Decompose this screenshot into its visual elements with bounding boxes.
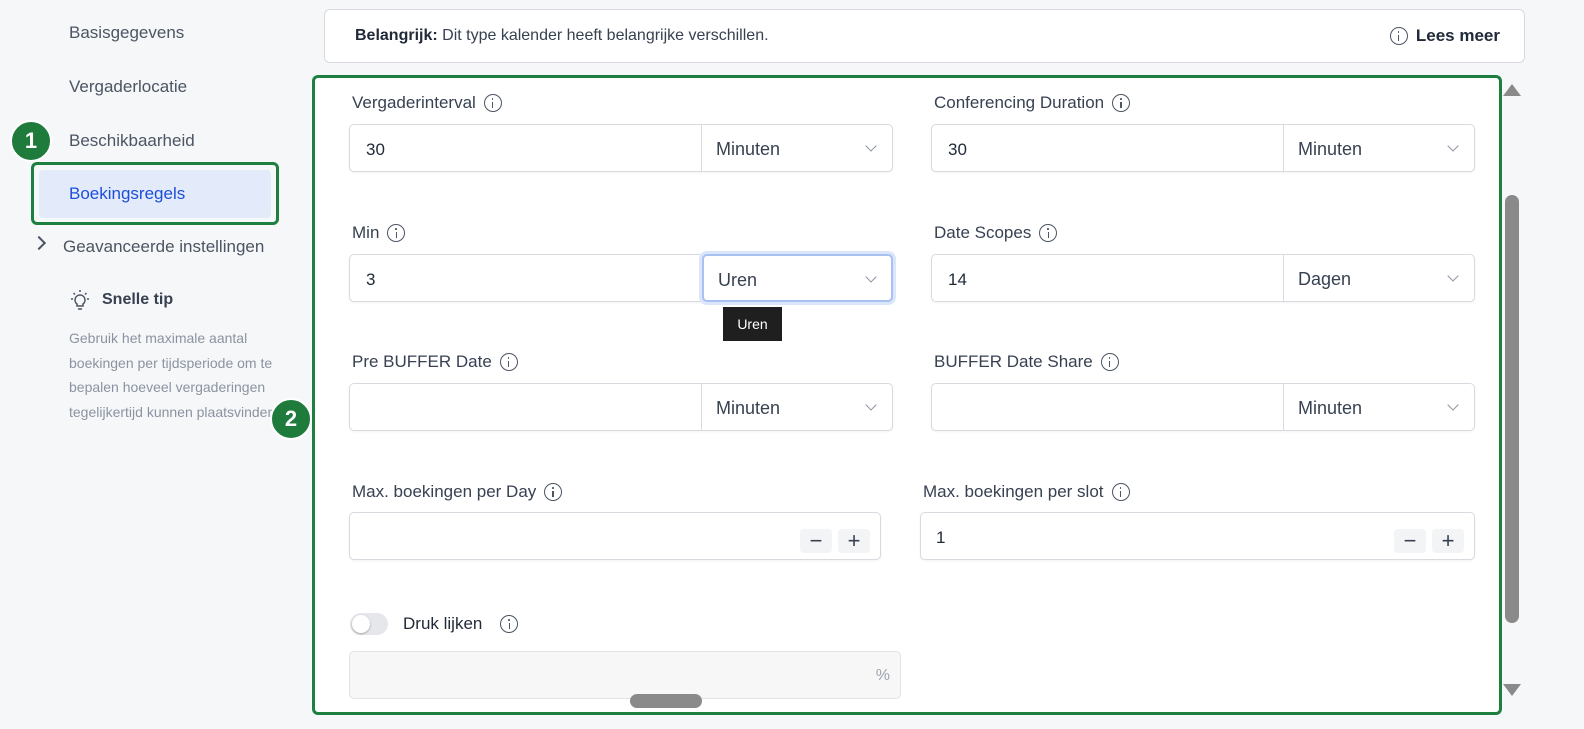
horizontal-scrollbar-thumb[interactable] bbox=[630, 694, 702, 708]
date-scopes-value: 14 bbox=[948, 270, 967, 289]
decrement-button[interactable]: − bbox=[1394, 529, 1426, 553]
max-slot-field[interactable]: 1 − + bbox=[920, 512, 1475, 560]
druk-lijken-toggle[interactable] bbox=[350, 613, 388, 635]
tip-text: Gebruik het maximale aantal boekingen pe… bbox=[69, 330, 280, 420]
sidebar-item-beschikbaarheid[interactable]: Beschikbaarheid bbox=[69, 131, 195, 151]
chevron-down-icon bbox=[865, 140, 877, 152]
read-more-link[interactable]: Lees meer bbox=[1389, 26, 1500, 46]
conferencing-duration-field[interactable]: 30 Minuten bbox=[931, 124, 1475, 172]
max-slot-value: 1 bbox=[936, 528, 946, 547]
pre-buffer-unit-select[interactable]: Minuten bbox=[701, 384, 892, 430]
info-icon[interactable] bbox=[483, 94, 502, 112]
sidebar-item-basisgegevens[interactable]: Basisgegevens bbox=[69, 23, 184, 43]
highlight-box-1 bbox=[31, 162, 279, 225]
druk-lijken-label: Druk lijken bbox=[403, 614, 519, 634]
step-badge-1: 1 bbox=[10, 120, 52, 162]
percent-suffix: % bbox=[875, 667, 890, 684]
vergaderinterval-value: 30 bbox=[366, 140, 385, 159]
chevron-down-icon bbox=[865, 399, 877, 411]
info-icon[interactable] bbox=[1100, 353, 1119, 371]
info-icon[interactable] bbox=[1039, 224, 1058, 242]
info-icon[interactable] bbox=[387, 224, 406, 242]
min-unit-select[interactable]: Uren bbox=[702, 254, 893, 302]
max-day-label: Max. boekingen per Day bbox=[352, 482, 563, 502]
max-day-field[interactable]: − + bbox=[349, 512, 881, 560]
info-icon bbox=[1389, 27, 1408, 45]
increment-button[interactable]: + bbox=[1432, 529, 1464, 553]
read-more-label: Lees meer bbox=[1415, 26, 1500, 45]
pre-buffer-label: Pre BUFFER Date bbox=[352, 352, 518, 372]
info-icon[interactable] bbox=[500, 615, 519, 633]
increment-button[interactable]: + bbox=[838, 529, 870, 553]
min-label: Min bbox=[352, 223, 406, 243]
conferencing-duration-value: 30 bbox=[948, 140, 967, 159]
pre-buffer-field[interactable]: Minuten bbox=[349, 383, 893, 431]
date-scopes-unit-select[interactable]: Dagen bbox=[1283, 255, 1474, 301]
vergaderinterval-field[interactable]: 30 Minuten bbox=[349, 124, 893, 172]
date-scopes-field[interactable]: 14 Dagen bbox=[931, 254, 1475, 302]
info-icon[interactable] bbox=[1112, 94, 1131, 112]
conferencing-unit-select[interactable]: Minuten bbox=[1283, 125, 1474, 171]
step-badge-2: 2 bbox=[270, 398, 312, 440]
buffer-share-field[interactable]: Minuten bbox=[931, 383, 1475, 431]
chevron-down-icon bbox=[1447, 270, 1459, 282]
vergaderinterval-unit-select[interactable]: Minuten bbox=[701, 125, 892, 171]
scroll-down-arrow[interactable] bbox=[1503, 684, 1521, 696]
min-value: 3 bbox=[366, 270, 376, 289]
tooltip: Uren bbox=[723, 307, 782, 341]
vergaderinterval-label: Vergaderinterval bbox=[352, 93, 502, 113]
conferencing-duration-label: Conferencing Duration bbox=[934, 93, 1131, 113]
max-slot-label: Max. boekingen per slot bbox=[923, 482, 1130, 502]
vertical-scrollbar-thumb[interactable] bbox=[1505, 195, 1519, 623]
druk-lijken-percentage-field: % bbox=[349, 651, 901, 699]
buffer-share-unit-select[interactable]: Minuten bbox=[1283, 384, 1474, 430]
chevron-down-icon bbox=[1447, 140, 1459, 152]
decrement-button[interactable]: − bbox=[800, 529, 832, 553]
notice-bar: Belangrijk: Dit type kalender heeft bela… bbox=[324, 9, 1525, 63]
tip-title: Snelle tip bbox=[102, 291, 174, 308]
sidebar-item-geavanceerde-instellingen[interactable]: Geavanceerde instellingen bbox=[63, 237, 264, 257]
buffer-share-label: BUFFER Date Share bbox=[934, 352, 1119, 372]
scroll-up-arrow[interactable] bbox=[1503, 84, 1521, 96]
lightbulb-icon bbox=[71, 290, 89, 310]
date-scopes-label: Date Scopes bbox=[934, 223, 1058, 243]
info-icon[interactable] bbox=[499, 353, 518, 371]
chevron-down-icon bbox=[865, 271, 877, 283]
notice-text: Belangrijk: Dit type kalender heeft bela… bbox=[355, 27, 769, 44]
min-field[interactable]: 3 Uren bbox=[349, 254, 893, 302]
sidebar-item-vergaderlocatie[interactable]: Vergaderlocatie bbox=[69, 77, 187, 97]
info-icon[interactable] bbox=[544, 483, 563, 501]
info-icon[interactable] bbox=[1111, 483, 1130, 501]
chevron-down-icon bbox=[1447, 399, 1459, 411]
chevron-right-icon[interactable] bbox=[31, 235, 47, 251]
